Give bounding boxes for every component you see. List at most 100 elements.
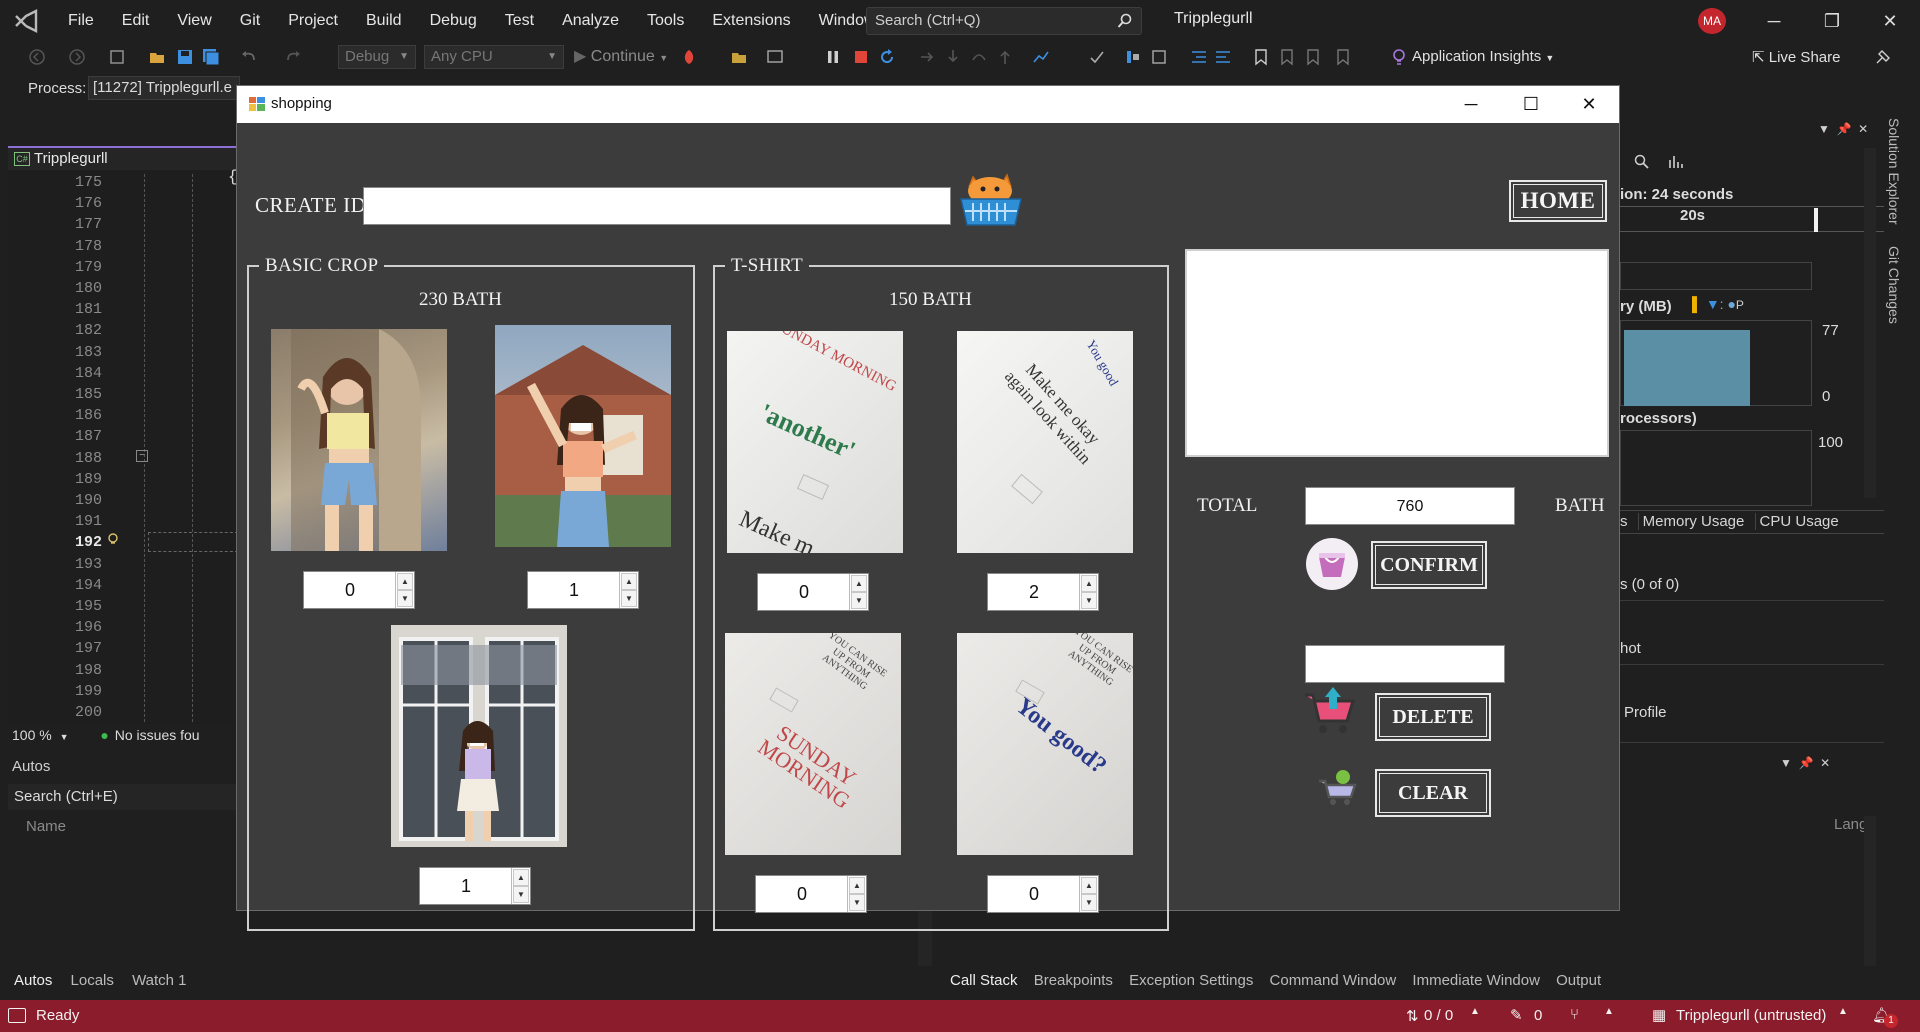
tab-autos[interactable]: Autos [14, 972, 52, 989]
folder-icon[interactable] [730, 48, 748, 66]
step-into-icon[interactable] [944, 48, 962, 66]
product-photo-crop-2[interactable] [495, 325, 671, 547]
tab-command-window[interactable]: Command Window [1270, 972, 1397, 989]
tab-output[interactable]: Output [1556, 972, 1601, 989]
chart-icon[interactable] [1668, 154, 1684, 170]
step-over-icon[interactable] [970, 48, 988, 66]
qty-value[interactable]: 0 [988, 876, 1080, 912]
back-icon[interactable] [28, 48, 46, 66]
tab-memory-usage[interactable]: Memory Usage [1637, 513, 1745, 530]
arrow-down-icon[interactable]: ▼ [621, 590, 637, 607]
editor-tab[interactable]: C# Tripplegurll [8, 146, 240, 170]
take-snapshot[interactable]: hot [1620, 640, 1641, 657]
bookmark-icon[interactable] [1252, 48, 1270, 66]
save-icon[interactable] [176, 48, 194, 66]
code-editor[interactable] [8, 148, 240, 724]
product-photo-tshirt-1[interactable]: SUNDAY MORNING 'another' Make m [727, 331, 903, 553]
qty-value[interactable]: 1 [528, 572, 620, 608]
restore-icon[interactable]: ❐ [1812, 8, 1852, 34]
qty-stepper-crop-3[interactable]: 1 ▲ ▼ [419, 867, 531, 905]
close-icon[interactable]: ✕ [1559, 86, 1619, 123]
create-id-input[interactable] [363, 187, 951, 225]
live-share-button[interactable]: ⇱ Live Share [1752, 48, 1840, 66]
stop-icon[interactable] [852, 48, 870, 66]
window-layout-icon[interactable] [766, 48, 784, 66]
diag-scrollbar[interactable] [1864, 148, 1876, 498]
qty-value[interactable]: 0 [758, 574, 850, 610]
restart-icon[interactable] [878, 48, 896, 66]
home-button[interactable]: HOME [1509, 180, 1607, 222]
tab-events[interactable]: s [1620, 513, 1628, 530]
user-avatar[interactable]: MA [1698, 8, 1726, 34]
tab-solution-explorer[interactable]: Solution Explorer [1886, 118, 1902, 225]
tab-watch-1[interactable]: Watch 1 [132, 972, 186, 989]
arrow-up-icon[interactable]: ▲ [397, 573, 413, 590]
breakpoint-window-icon[interactable] [1032, 48, 1050, 66]
product-photo-tshirt-2[interactable]: You good Make me okay again look within [957, 331, 1133, 553]
bookmark-prev-icon[interactable] [1278, 48, 1296, 66]
collapse-icon[interactable]: − [136, 450, 148, 462]
lightbulb-icon[interactable] [106, 532, 120, 546]
qty-stepper-tshirt-3[interactable]: 0 ▲ ▼ [755, 875, 867, 913]
continue-button[interactable]: ▶ Continue ▼ [574, 46, 668, 66]
redo-icon[interactable] [284, 48, 302, 66]
arrow-up-icon[interactable]: ▲ [849, 877, 865, 894]
application-insights-button[interactable]: Application Insights ▼ [1412, 48, 1554, 65]
close-icon[interactable]: ✕ [1870, 8, 1910, 34]
pause-icon[interactable] [824, 48, 842, 66]
qty-value[interactable]: 2 [988, 574, 1080, 610]
bookmark-next-icon[interactable] [1304, 48, 1322, 66]
panel-controls[interactable]: ▼ 📌 ✕ [1780, 756, 1830, 770]
profile-link[interactable]: Profile [1624, 704, 1667, 721]
qty-value[interactable]: 1 [420, 868, 512, 904]
menu-debug[interactable]: Debug [416, 0, 491, 42]
menu-extensions[interactable]: Extensions [698, 0, 804, 42]
arrow-down-icon[interactable]: ▼ [1081, 894, 1097, 911]
qty-stepper-tshirt-2[interactable]: 2 ▲ ▼ [987, 573, 1099, 611]
qty-stepper-crop-2[interactable]: 1 ▲ ▼ [527, 571, 639, 609]
product-photo-crop-3[interactable] [391, 625, 567, 847]
tab-call-stack[interactable]: Call Stack [950, 972, 1018, 989]
arrow-up-icon[interactable]: ▲ [1081, 575, 1097, 592]
zoom-level[interactable]: 100 % [12, 727, 52, 743]
undo-icon[interactable] [240, 48, 258, 66]
arrow-up-icon[interactable]: ▲ [851, 575, 867, 592]
basket-cat-icon[interactable] [959, 167, 1023, 229]
hot-reload-icon[interactable] [680, 48, 698, 66]
menu-build[interactable]: Build [352, 0, 416, 42]
git-branch-icon[interactable]: ⑂ [1570, 1006, 1579, 1023]
minimize-icon[interactable]: ─ [1441, 86, 1501, 123]
zoom-icon[interactable] [1634, 154, 1650, 170]
delete-button[interactable]: DELETE [1375, 693, 1491, 741]
menu-project[interactable]: Project [274, 0, 352, 42]
timeline-cursor[interactable] [1814, 208, 1818, 232]
menu-analyze[interactable]: Analyze [548, 0, 633, 42]
shopping-titlebar[interactable]: shopping ─ ☐ ✕ [237, 86, 1619, 123]
arrow-up-icon[interactable]: ▲ [621, 573, 637, 590]
menu-git[interactable]: Git [226, 0, 274, 42]
chevron-up-icon[interactable]: ▲ [1604, 1006, 1614, 1017]
chevron-up-icon[interactable]: ▲ [1838, 1006, 1848, 1017]
menu-edit[interactable]: Edit [108, 0, 164, 42]
tab-immediate-window[interactable]: Immediate Window [1412, 972, 1540, 989]
menu-test[interactable]: Test [491, 0, 548, 42]
maximize-icon[interactable]: ☐ [1501, 86, 1561, 123]
tab-exception-settings[interactable]: Exception Settings [1129, 972, 1253, 989]
status-edits[interactable]: 0 [1534, 1007, 1542, 1024]
forward-icon[interactable] [68, 48, 86, 66]
arrow-down-icon[interactable]: ▼ [1081, 592, 1097, 609]
platform-dropdown[interactable]: Any CPU ▼ [424, 45, 564, 69]
open-folder-icon[interactable] [148, 48, 166, 66]
autos-search-input[interactable]: Search (Ctrl+E) [8, 784, 238, 810]
arrow-down-icon[interactable]: ▼ [849, 894, 865, 911]
confirm-button[interactable]: CONFIRM [1371, 541, 1487, 589]
step-next-icon[interactable] [918, 48, 936, 66]
menu-tools[interactable]: Tools [633, 0, 698, 42]
qty-value[interactable]: 0 [756, 876, 848, 912]
new-project-icon[interactable] [108, 48, 126, 66]
tab-git-changes[interactable]: Git Changes [1886, 246, 1902, 324]
spell-check-icon[interactable] [1088, 48, 1106, 66]
product-photo-tshirt-4[interactable]: YOU CAN RISE UP FROM ANYTHING You good? [957, 633, 1133, 855]
step-out-icon[interactable] [996, 48, 1014, 66]
layout-icon[interactable] [1150, 48, 1168, 66]
